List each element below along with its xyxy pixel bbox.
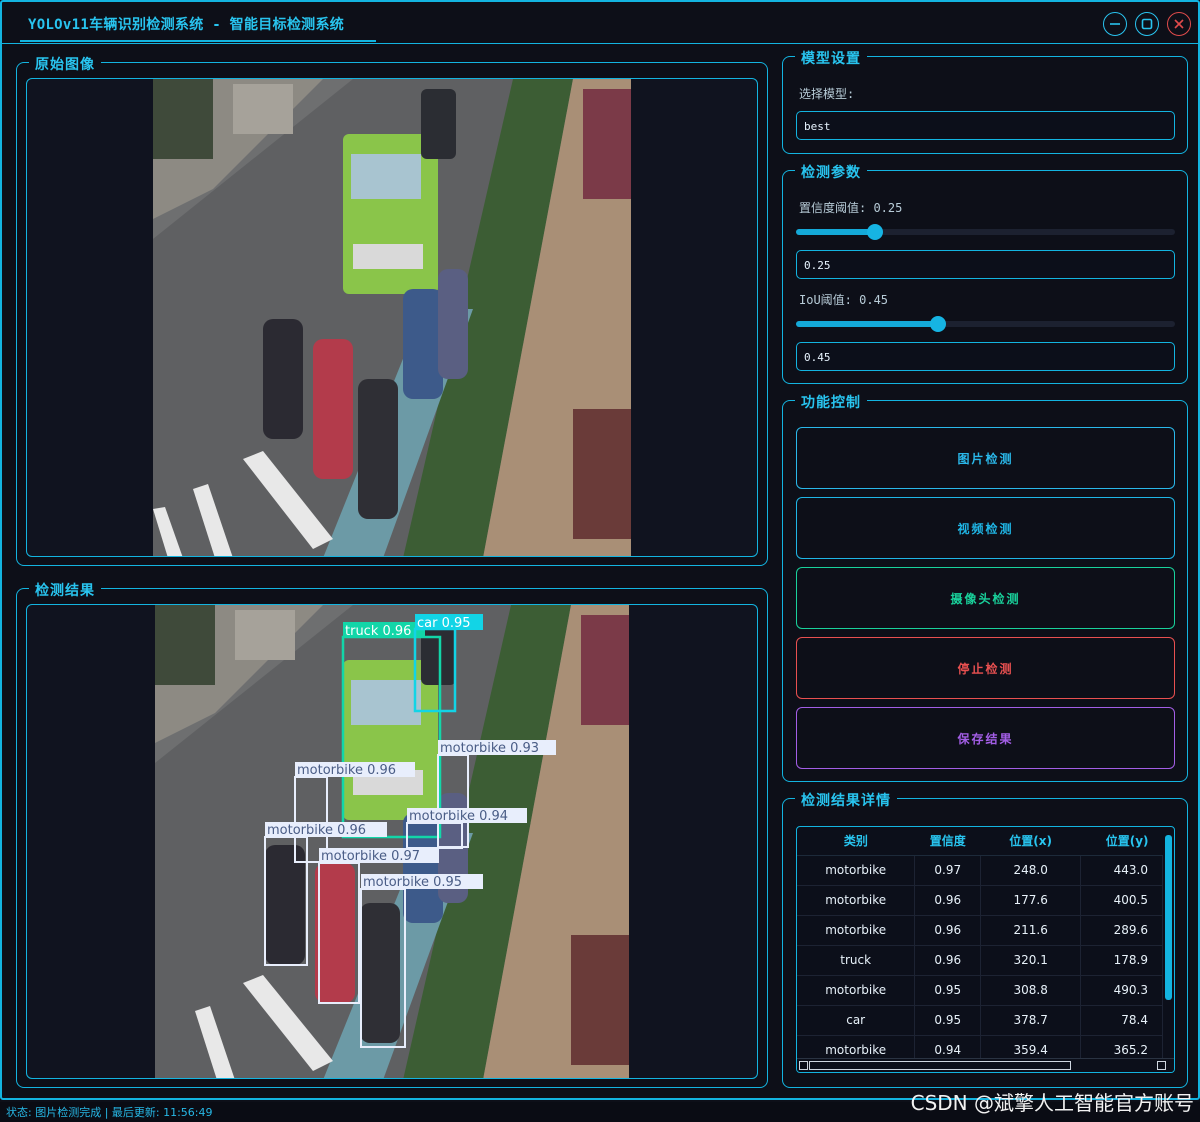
table-cell: 0.95	[914, 1005, 982, 1036]
table-cell: 320.1	[980, 945, 1082, 976]
close-icon	[1174, 19, 1184, 29]
column-header[interactable]: 位置(y)	[1080, 827, 1163, 856]
table-row[interactable]: motorbike 0.96 211.6 289.6	[797, 915, 1163, 946]
scroll-right-button[interactable]	[1157, 1061, 1166, 1070]
iou-threshold-input[interactable]: 0.45	[796, 342, 1175, 371]
close-button[interactable]	[1167, 12, 1191, 36]
conf-slider-handle[interactable]	[867, 224, 883, 240]
table-cell: motorbike	[797, 855, 916, 886]
table-cell: 211.6	[980, 915, 1082, 946]
title-bar: YOLOv11车辆识别检测系统 - 智能目标检测系统	[2, 2, 1198, 44]
detection-label: motorbike 0.95	[363, 875, 462, 890]
model-select[interactable]: best	[796, 111, 1175, 140]
table-cell: motorbike	[797, 915, 916, 946]
iou-threshold-label: IoU阈值: 0.45	[799, 293, 889, 307]
result-details-title: 检测结果详情	[795, 790, 897, 810]
column-header[interactable]: 类别	[797, 827, 915, 856]
detection-label: motorbike 0.94	[409, 809, 508, 824]
column-header[interactable]: 位置(x)	[980, 827, 1081, 856]
vertical-scrollbar[interactable]	[1165, 835, 1172, 1000]
detection-result-title: 检测结果	[29, 580, 101, 600]
column-header[interactable]: 置信度	[914, 827, 981, 856]
table-cell: 0.96	[914, 915, 982, 946]
iou-slider-fill	[796, 321, 938, 327]
conf-slider-fill	[796, 229, 875, 235]
table-cell: 0.95	[914, 975, 982, 1006]
table-cell: motorbike	[797, 975, 916, 1006]
window-title: YOLOv11车辆识别检测系统 - 智能目标检测系统	[28, 17, 345, 33]
horizontal-scrollbar-track	[797, 1058, 1174, 1072]
horizontal-scrollbar-thumb[interactable]	[809, 1061, 1071, 1070]
minimize-button[interactable]	[1103, 12, 1127, 36]
model-settings-title: 模型设置	[795, 48, 867, 68]
table-cell: motorbike	[797, 885, 916, 916]
detection-label: motorbike 0.93	[440, 741, 539, 756]
save-result-button[interactable]: 保存结果	[796, 707, 1175, 769]
detection-label: truck 0.96	[345, 624, 411, 639]
detection-label: motorbike 0.96	[267, 823, 366, 838]
table-cell: 289.6	[1080, 915, 1163, 946]
iou-slider-handle[interactable]	[930, 316, 946, 332]
table-cell: 177.6	[980, 885, 1082, 916]
table-header-row: 类别 置信度 位置(x) 位置(y)	[797, 827, 1163, 856]
model-select-label: 选择模型:	[799, 87, 855, 101]
function-controls-title: 功能控制	[795, 392, 867, 412]
detection-label: car 0.95	[417, 616, 471, 631]
table-cell: 248.0	[980, 855, 1082, 886]
iou-threshold-slider[interactable]	[796, 316, 1175, 332]
table-cell: 490.3	[1080, 975, 1163, 1006]
table-row[interactable]: motorbike 0.96 177.6 400.5	[797, 885, 1163, 916]
scroll-left-button[interactable]	[799, 1061, 808, 1070]
conf-threshold-label: 置信度阈值: 0.25	[799, 201, 903, 215]
table-cell: 178.9	[1080, 945, 1163, 976]
result-image-frame: truck 0.96 car 0.95 motorbike 0.93 motor…	[26, 604, 758, 1079]
original-image-title: 原始图像	[29, 54, 101, 74]
result-details-panel: 检测结果详情 类别 置信度 位置(x) 位置(y) motorbike 0.97 2…	[782, 790, 1188, 1088]
table-row[interactable]: motorbike 0.95 308.8 490.3	[797, 975, 1163, 1006]
result-table-container: 类别 置信度 位置(x) 位置(y) motorbike 0.97 248.0 443…	[796, 826, 1175, 1073]
detection-params-panel: 检测参数 置信度阈值: 0.25 0.25 IoU阈值: 0.45 0.45	[782, 162, 1188, 384]
detection-result-panel: 检测结果 truck 0.96 car 0.95 motorbike 0.93 …	[16, 580, 768, 1088]
conf-threshold-slider[interactable]	[796, 224, 1175, 240]
model-settings-panel: 模型设置 选择模型: best	[782, 48, 1188, 154]
table-cell: 0.96	[914, 885, 982, 916]
maximize-button[interactable]	[1135, 12, 1159, 36]
image-detect-button[interactable]: 图片检测	[796, 427, 1175, 489]
original-image	[153, 79, 631, 556]
result-table: 类别 置信度 位置(x) 位置(y) motorbike 0.97 248.0 443…	[797, 827, 1163, 1066]
detection-label: motorbike 0.97	[321, 849, 420, 864]
minimize-icon	[1110, 23, 1120, 25]
table-cell: truck	[797, 945, 916, 976]
table-cell: 0.96	[914, 945, 982, 976]
detection-params-title: 检测参数	[795, 162, 867, 182]
camera-detect-button[interactable]: 摄像头检测	[796, 567, 1175, 629]
watermark: CSDN @斌擎人工智能官方账号	[910, 1091, 1194, 1115]
table-row[interactable]: truck 0.96 320.1 178.9	[797, 945, 1163, 976]
app-window: YOLOv11车辆识别检测系统 - 智能目标检测系统 原始图像 检测结果 tru…	[0, 0, 1200, 1100]
table-cell: 308.8	[980, 975, 1082, 1006]
table-cell: 378.7	[980, 1005, 1082, 1036]
table-cell: 400.5	[1080, 885, 1163, 916]
table-cell: 0.97	[914, 855, 982, 886]
maximize-icon	[1141, 18, 1153, 30]
table-cell: 78.4	[1080, 1005, 1163, 1036]
original-image-frame	[26, 78, 758, 557]
table-row[interactable]: car 0.95 378.7 78.4	[797, 1005, 1163, 1036]
conf-threshold-input[interactable]: 0.25	[796, 250, 1175, 279]
detection-label: motorbike 0.96	[297, 763, 396, 778]
table-row[interactable]: motorbike 0.97 248.0 443.0	[797, 855, 1163, 886]
table-cell: 443.0	[1080, 855, 1163, 886]
table-cell: car	[797, 1005, 916, 1036]
title-underline	[20, 40, 376, 42]
original-image-panel: 原始图像	[16, 54, 768, 566]
video-detect-button[interactable]: 视频检测	[796, 497, 1175, 559]
result-image: truck 0.96 car 0.95 motorbike 0.93 motor…	[155, 605, 629, 1078]
stop-detect-button[interactable]: 停止检测	[796, 637, 1175, 699]
